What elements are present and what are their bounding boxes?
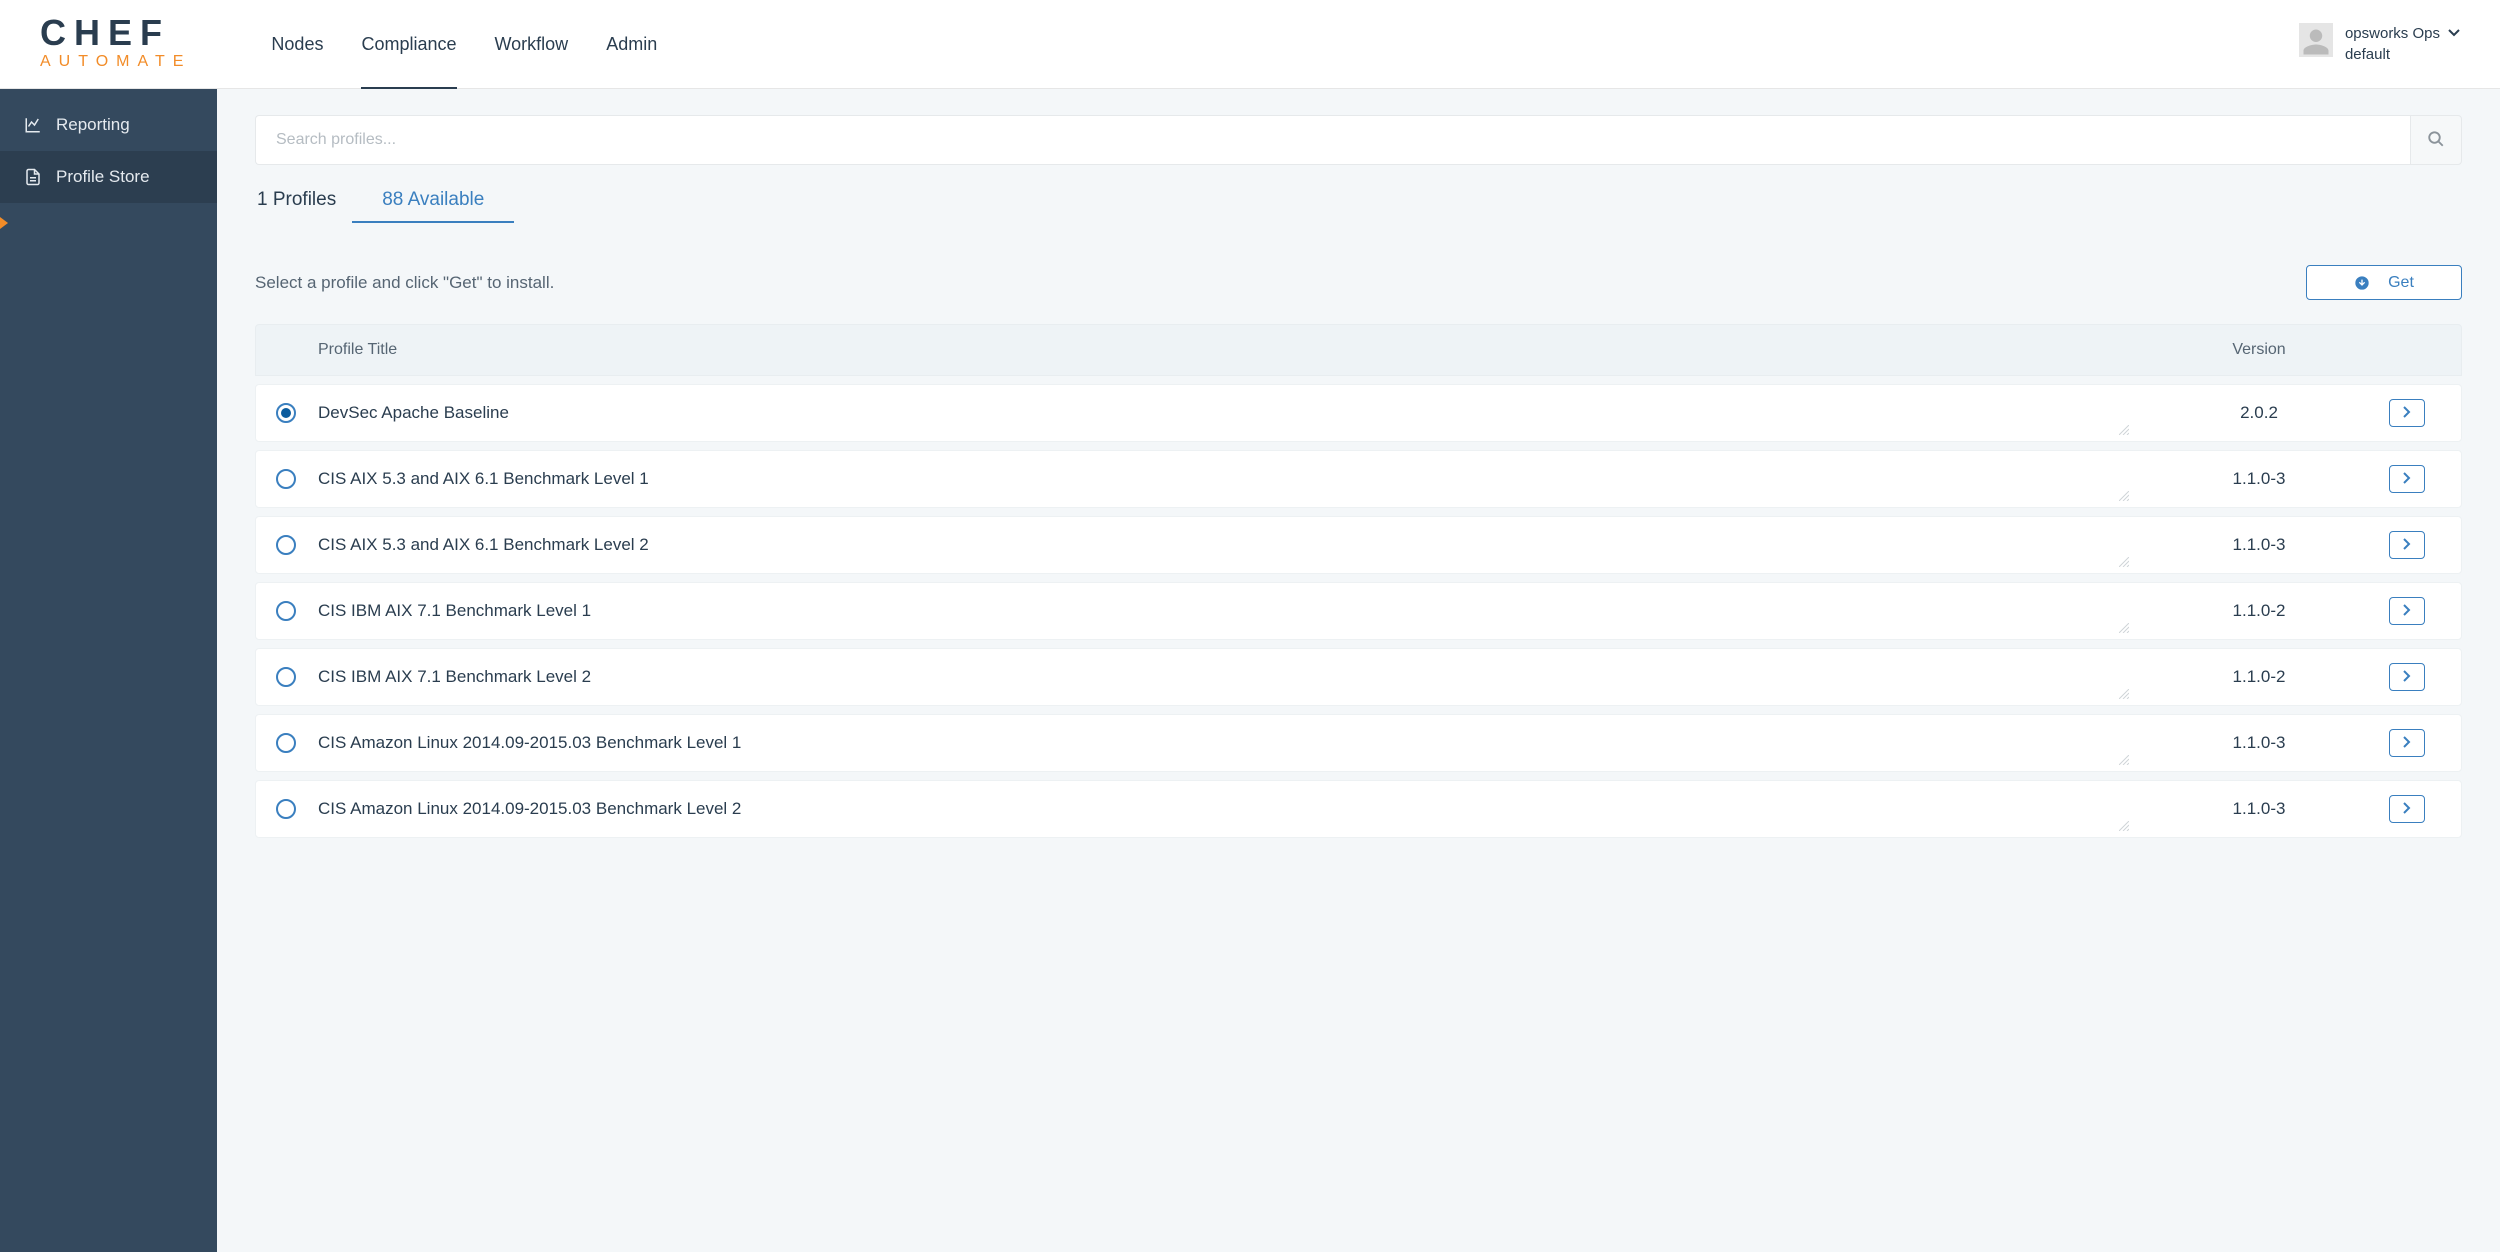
user-menu[interactable]: opsworks Ops default: [2299, 23, 2460, 65]
brand-logo: CHEF AUTOMATE: [40, 15, 191, 73]
chevron-right-icon: [2403, 406, 2411, 421]
row-version: 1.1.0-3: [2129, 733, 2389, 753]
tab-88-available[interactable]: 88 Available: [380, 185, 486, 223]
row-title: CIS Amazon Linux 2014.09-2015.03 Benchma…: [318, 799, 2129, 819]
row-title: DevSec Apache Baseline: [318, 403, 2129, 423]
table-row[interactable]: CIS IBM AIX 7.1 Benchmark Level 21.1.0-2: [255, 648, 2462, 706]
table-row[interactable]: CIS AIX 5.3 and AIX 6.1 Benchmark Level …: [255, 516, 2462, 574]
main-content: 1 Profiles 88 Available Select a profile …: [217, 89, 2500, 1252]
resize-handle-icon: [2119, 623, 2129, 634]
document-icon: [24, 168, 42, 186]
row-select-radio[interactable]: [276, 667, 296, 687]
row-version: 1.1.0-3: [2129, 469, 2389, 489]
top-bar: CHEF AUTOMATE Nodes Compliance Workflow Adm…: [0, 0, 2500, 89]
download-icon: [2354, 275, 2370, 291]
table-body: DevSec Apache Baseline2.0.2 CIS AIX 5.3 a…: [255, 384, 2462, 838]
sidebar-item-label: Reporting: [56, 115, 130, 135]
sidebar-collapse-arrow-icon[interactable]: [0, 217, 8, 229]
user-name: opsworks Ops: [2345, 23, 2440, 44]
row-select-radio[interactable]: [276, 469, 296, 489]
resize-handle-icon: [2119, 689, 2129, 700]
row-detail-button[interactable]: [2389, 465, 2425, 493]
chevron-right-icon: [2403, 604, 2411, 619]
chevron-right-icon: [2403, 538, 2411, 553]
resize-handle-icon: [2119, 821, 2129, 832]
search-button[interactable]: [2410, 115, 2462, 165]
chevron-right-icon: [2403, 472, 2411, 487]
row-title: CIS AIX 5.3 and AIX 6.1 Benchmark Level …: [318, 535, 2129, 555]
row-version: 1.1.0-3: [2129, 799, 2389, 819]
user-info: opsworks Ops default: [2345, 23, 2460, 65]
instruction-row: Select a profile and click "Get" to inst…: [255, 265, 2462, 300]
search-input[interactable]: [255, 115, 2410, 165]
search-icon: [2427, 130, 2445, 151]
resize-handle-icon: [2119, 425, 2129, 436]
row-select-radio[interactable]: [276, 733, 296, 753]
col-header-title: Profile Title: [318, 341, 2129, 359]
table-row[interactable]: CIS Amazon Linux 2014.09-2015.03 Benchma…: [255, 714, 2462, 772]
tabs: 1 Profiles 88 Available: [255, 185, 2462, 223]
row-detail-button[interactable]: [2389, 729, 2425, 757]
topnav-item-compliance[interactable]: Compliance: [361, 0, 456, 88]
table-row[interactable]: CIS IBM AIX 7.1 Benchmark Level 11.1.0-2: [255, 582, 2462, 640]
row-version: 1.1.0-2: [2129, 601, 2389, 621]
search-row: [255, 115, 2462, 165]
chevron-right-icon: [2403, 736, 2411, 751]
row-title: CIS IBM AIX 7.1 Benchmark Level 2: [318, 667, 2129, 687]
sidebar: Reporting Profile Store: [0, 89, 217, 1252]
top-nav: Nodes Compliance Workflow Admin: [271, 0, 657, 88]
user-org: default: [2345, 44, 2460, 65]
row-title: CIS Amazon Linux 2014.09-2015.03 Benchma…: [318, 733, 2129, 753]
sidebar-item-reporting[interactable]: Reporting: [0, 99, 217, 151]
table-row[interactable]: CIS AIX 5.3 and AIX 6.1 Benchmark Level …: [255, 450, 2462, 508]
topnav-item-nodes[interactable]: Nodes: [271, 0, 323, 88]
col-header-version: Version: [2129, 341, 2389, 359]
get-button[interactable]: Get: [2306, 265, 2462, 300]
table-header: Profile Title Version: [255, 324, 2462, 376]
sidebar-item-label: Profile Store: [56, 167, 150, 187]
row-detail-button[interactable]: [2389, 399, 2425, 427]
row-select-radio[interactable]: [276, 535, 296, 555]
resize-handle-icon: [2119, 755, 2129, 766]
chevron-right-icon: [2403, 802, 2411, 817]
instruction-text: Select a profile and click "Get" to inst…: [255, 273, 554, 293]
row-version: 1.1.0-3: [2129, 535, 2389, 555]
resize-handle-icon: [2119, 557, 2129, 568]
topnav-item-workflow[interactable]: Workflow: [495, 0, 569, 88]
row-select-radio[interactable]: [276, 403, 296, 423]
table-row[interactable]: CIS Amazon Linux 2014.09-2015.03 Benchma…: [255, 780, 2462, 838]
row-select-radio[interactable]: [276, 799, 296, 819]
resize-handle-icon: [2119, 491, 2129, 502]
row-title: CIS IBM AIX 7.1 Benchmark Level 1: [318, 601, 2129, 621]
chevron-down-icon: [2448, 25, 2460, 42]
row-detail-button[interactable]: [2389, 663, 2425, 691]
row-title: CIS AIX 5.3 and AIX 6.1 Benchmark Level …: [318, 469, 2129, 489]
table-row[interactable]: DevSec Apache Baseline2.0.2: [255, 384, 2462, 442]
brand-line2: AUTOMATE: [40, 51, 191, 73]
row-version: 1.1.0-2: [2129, 667, 2389, 687]
brand-line1: CHEF: [40, 15, 191, 51]
row-select-radio[interactable]: [276, 601, 296, 621]
chevron-right-icon: [2403, 670, 2411, 685]
chart-icon: [24, 116, 42, 134]
row-detail-button[interactable]: [2389, 795, 2425, 823]
topnav-item-admin[interactable]: Admin: [606, 0, 657, 88]
row-detail-button[interactable]: [2389, 597, 2425, 625]
row-version: 2.0.2: [2129, 403, 2389, 423]
avatar: [2299, 23, 2333, 57]
sidebar-item-profile-store[interactable]: Profile Store: [0, 151, 217, 203]
row-detail-button[interactable]: [2389, 531, 2425, 559]
tab-1-profiles[interactable]: 1 Profiles: [255, 185, 338, 223]
get-button-label: Get: [2388, 274, 2414, 292]
